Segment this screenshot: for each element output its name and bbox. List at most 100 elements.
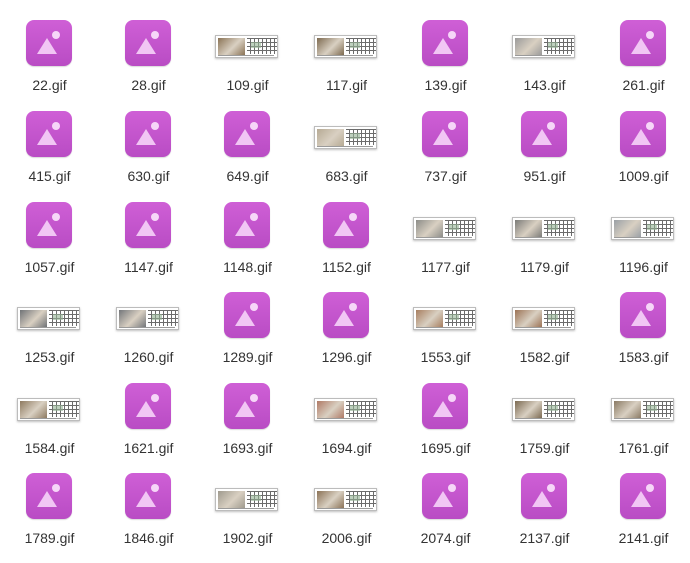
image-thumbnail[interactable] bbox=[314, 488, 377, 511]
file-item[interactable]: 261.gif bbox=[594, 20, 690, 110]
image-thumbnail[interactable] bbox=[17, 307, 80, 330]
image-file-icon[interactable] bbox=[224, 202, 270, 248]
file-icon-area[interactable] bbox=[297, 111, 396, 161]
file-item[interactable]: 117.gif bbox=[297, 20, 396, 110]
image-file-icon[interactable] bbox=[620, 292, 666, 338]
image-file-icon[interactable] bbox=[422, 111, 468, 157]
image-file-icon[interactable] bbox=[422, 473, 468, 519]
file-item[interactable]: 22.gif bbox=[0, 20, 99, 110]
file-icon-area[interactable] bbox=[198, 473, 297, 523]
file-item[interactable]: 1152.gif bbox=[297, 202, 396, 292]
image-file-icon[interactable] bbox=[125, 111, 171, 157]
file-icon-area[interactable] bbox=[297, 202, 396, 252]
file-icon-area[interactable] bbox=[198, 20, 297, 70]
file-icon-area[interactable] bbox=[495, 473, 594, 523]
image-file-icon[interactable] bbox=[26, 20, 72, 66]
file-icon-area[interactable] bbox=[0, 111, 99, 161]
image-file-icon[interactable] bbox=[26, 202, 72, 248]
file-item[interactable]: 2074.gif bbox=[396, 473, 495, 563]
file-item[interactable]: 2141.gif bbox=[594, 473, 690, 563]
file-item[interactable]: 143.gif bbox=[495, 20, 594, 110]
image-file-icon[interactable] bbox=[323, 292, 369, 338]
file-item[interactable]: 1289.gif bbox=[198, 292, 297, 382]
file-icon-area[interactable] bbox=[594, 202, 690, 252]
file-item[interactable]: 1147.gif bbox=[99, 202, 198, 292]
image-thumbnail[interactable] bbox=[215, 488, 278, 511]
image-thumbnail[interactable] bbox=[512, 398, 575, 421]
file-item[interactable]: 649.gif bbox=[198, 111, 297, 201]
file-icon-area[interactable] bbox=[99, 202, 198, 252]
file-icon-area[interactable] bbox=[297, 473, 396, 523]
image-file-icon[interactable] bbox=[224, 292, 270, 338]
file-icon-area[interactable] bbox=[495, 111, 594, 161]
image-file-icon[interactable] bbox=[422, 20, 468, 66]
image-thumbnail[interactable] bbox=[611, 398, 674, 421]
file-item[interactable]: 1583.gif bbox=[594, 292, 690, 382]
image-file-icon[interactable] bbox=[125, 202, 171, 248]
image-thumbnail[interactable] bbox=[116, 307, 179, 330]
file-item[interactable]: 1584.gif bbox=[0, 383, 99, 473]
file-item[interactable]: 951.gif bbox=[495, 111, 594, 201]
file-item[interactable]: 1553.gif bbox=[396, 292, 495, 382]
image-file-icon[interactable] bbox=[26, 111, 72, 157]
file-icon-area[interactable] bbox=[594, 292, 690, 342]
image-file-icon[interactable] bbox=[125, 473, 171, 519]
image-thumbnail[interactable] bbox=[413, 307, 476, 330]
file-item[interactable]: 109.gif bbox=[198, 20, 297, 110]
file-item[interactable]: 1057.gif bbox=[0, 202, 99, 292]
file-item[interactable]: 1789.gif bbox=[0, 473, 99, 563]
file-item[interactable]: 1196.gif bbox=[594, 202, 690, 292]
file-item[interactable]: 683.gif bbox=[297, 111, 396, 201]
file-icon-area[interactable] bbox=[495, 20, 594, 70]
file-item[interactable]: 28.gif bbox=[99, 20, 198, 110]
file-item[interactable]: 139.gif bbox=[396, 20, 495, 110]
image-thumbnail[interactable] bbox=[314, 398, 377, 421]
file-icon-area[interactable] bbox=[0, 202, 99, 252]
image-thumbnail[interactable] bbox=[512, 35, 575, 58]
file-item[interactable]: 1253.gif bbox=[0, 292, 99, 382]
file-item[interactable]: 2006.gif bbox=[297, 473, 396, 563]
image-thumbnail[interactable] bbox=[512, 217, 575, 240]
file-icon-area[interactable] bbox=[0, 383, 99, 433]
file-icon-area[interactable] bbox=[495, 292, 594, 342]
file-icon-area[interactable] bbox=[99, 20, 198, 70]
image-file-icon[interactable] bbox=[521, 473, 567, 519]
file-icon-area[interactable] bbox=[396, 20, 495, 70]
file-item[interactable]: 1582.gif bbox=[495, 292, 594, 382]
file-icon-area[interactable] bbox=[396, 383, 495, 433]
image-file-icon[interactable] bbox=[125, 20, 171, 66]
image-file-icon[interactable] bbox=[224, 111, 270, 157]
image-thumbnail[interactable] bbox=[413, 217, 476, 240]
file-icon-area[interactable] bbox=[297, 292, 396, 342]
file-item[interactable]: 737.gif bbox=[396, 111, 495, 201]
file-icon-area[interactable] bbox=[0, 292, 99, 342]
image-file-icon[interactable] bbox=[323, 202, 369, 248]
image-file-icon[interactable] bbox=[422, 383, 468, 429]
file-item[interactable]: 1148.gif bbox=[198, 202, 297, 292]
image-file-icon[interactable] bbox=[521, 111, 567, 157]
image-file-icon[interactable] bbox=[224, 383, 270, 429]
file-icon-area[interactable] bbox=[99, 292, 198, 342]
file-item[interactable]: 415.gif bbox=[0, 111, 99, 201]
file-item[interactable]: 1177.gif bbox=[396, 202, 495, 292]
image-thumbnail[interactable] bbox=[314, 126, 377, 149]
file-icon-area[interactable] bbox=[594, 20, 690, 70]
file-item[interactable]: 1693.gif bbox=[198, 383, 297, 473]
file-item[interactable]: 1902.gif bbox=[198, 473, 297, 563]
file-item[interactable]: 1179.gif bbox=[495, 202, 594, 292]
file-icon-area[interactable] bbox=[396, 202, 495, 252]
image-thumbnail[interactable] bbox=[611, 217, 674, 240]
file-icon-area[interactable] bbox=[594, 111, 690, 161]
file-icon-area[interactable] bbox=[0, 473, 99, 523]
file-icon-area[interactable] bbox=[198, 111, 297, 161]
image-thumbnail[interactable] bbox=[314, 35, 377, 58]
file-item[interactable]: 1694.gif bbox=[297, 383, 396, 473]
file-icon-area[interactable] bbox=[297, 20, 396, 70]
file-icon-area[interactable] bbox=[198, 202, 297, 252]
file-item[interactable]: 1846.gif bbox=[99, 473, 198, 563]
file-icon-area[interactable] bbox=[99, 111, 198, 161]
file-icon-area[interactable] bbox=[99, 383, 198, 433]
file-icon-area[interactable] bbox=[396, 473, 495, 523]
file-icon-area[interactable] bbox=[99, 473, 198, 523]
file-item[interactable]: 1761.gif bbox=[594, 383, 690, 473]
